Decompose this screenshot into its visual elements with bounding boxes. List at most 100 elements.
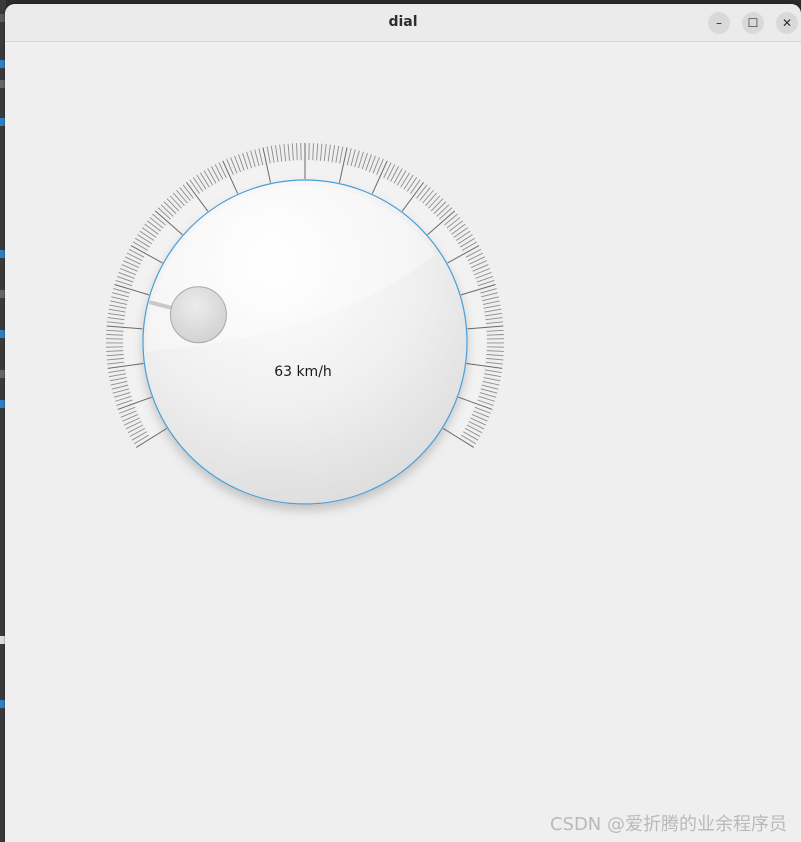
minor-tick xyxy=(160,204,174,217)
minor-tick xyxy=(449,220,464,232)
minor-tick xyxy=(114,395,132,402)
minor-tick xyxy=(444,213,458,226)
minor-tick xyxy=(108,373,126,378)
minor-tick xyxy=(486,321,504,324)
minor-tick xyxy=(430,198,444,212)
minor-tick xyxy=(106,321,124,324)
close-button[interactable]: ✕ xyxy=(776,12,798,34)
minor-tick xyxy=(400,172,411,188)
minor-tick xyxy=(481,292,498,298)
minor-tick xyxy=(125,421,142,430)
minor-tick xyxy=(258,148,264,166)
minor-tick xyxy=(323,144,327,162)
minor-tick xyxy=(250,150,256,168)
minor-tick xyxy=(451,223,466,235)
minor-tick xyxy=(124,256,141,265)
minor-tick xyxy=(128,248,145,258)
minimize-icon: – xyxy=(716,16,722,30)
minor-tick xyxy=(287,143,290,161)
minor-tick xyxy=(485,317,503,321)
minor-tick xyxy=(433,201,447,214)
minor-tick xyxy=(483,304,501,309)
title-bar[interactable]: dial – ☐ ✕ xyxy=(5,4,801,42)
minor-tick xyxy=(275,145,279,163)
minor-tick xyxy=(218,162,227,179)
minor-tick xyxy=(482,300,500,305)
minor-tick xyxy=(246,151,252,169)
minor-tick xyxy=(144,223,159,235)
minor-tick xyxy=(468,421,485,430)
minor-tick xyxy=(358,151,364,169)
minor-tick xyxy=(172,192,185,206)
dial-window: dial – ☐ ✕ 63 km/h CSDN @爱折腾的业余程序员 xyxy=(5,4,801,842)
maximize-icon: ☐ xyxy=(747,16,759,30)
minor-tick xyxy=(320,143,323,161)
minor-tick xyxy=(436,204,450,217)
minor-tick xyxy=(106,350,124,352)
minor-tick xyxy=(214,164,224,180)
minor-tick xyxy=(129,427,146,437)
minor-tick xyxy=(182,184,194,199)
minor-tick xyxy=(482,380,500,386)
minor-tick xyxy=(481,384,499,390)
watermark: CSDN @爱折腾的业余程序员 xyxy=(549,814,787,835)
minor-tick xyxy=(115,280,133,287)
minor-tick xyxy=(479,392,497,398)
minor-tick xyxy=(111,296,128,302)
minor-tick xyxy=(126,252,143,262)
dial-readout: 63 km/h xyxy=(274,364,332,380)
minor-tick xyxy=(137,234,153,245)
minor-tick xyxy=(152,213,166,226)
minor-tick xyxy=(480,388,498,394)
minor-tick xyxy=(169,195,182,209)
minor-tick xyxy=(109,377,127,382)
dial-knob-handle[interactable] xyxy=(169,286,227,344)
minor-tick xyxy=(477,280,495,287)
minor-tick xyxy=(462,241,478,251)
minimize-button[interactable]: – xyxy=(708,12,730,34)
minor-tick xyxy=(422,189,434,204)
minor-tick xyxy=(111,384,129,390)
minor-tick xyxy=(127,424,144,434)
dial-widget[interactable]: 63 km/h xyxy=(5,42,801,842)
minor-tick xyxy=(134,237,150,248)
minor-tick xyxy=(270,145,275,163)
minor-tick xyxy=(350,149,356,167)
minor-tick xyxy=(484,308,502,313)
minor-tick xyxy=(393,168,403,184)
minor-tick xyxy=(179,187,191,201)
minor-tick xyxy=(486,350,504,352)
minor-tick xyxy=(141,227,157,238)
minor-tick xyxy=(279,144,283,162)
window-title: dial xyxy=(388,14,418,30)
minor-tick xyxy=(464,427,481,437)
minor-tick xyxy=(466,424,483,434)
minor-tick xyxy=(486,354,504,357)
minor-tick xyxy=(416,184,428,199)
minor-tick xyxy=(110,300,128,305)
minor-tick xyxy=(106,357,124,361)
maximize-button[interactable]: ☐ xyxy=(742,12,764,34)
minor-tick xyxy=(196,174,207,190)
minor-tick xyxy=(354,150,360,168)
minor-tick xyxy=(109,304,127,309)
minor-tick xyxy=(108,308,126,313)
minor-tick xyxy=(428,195,441,209)
minor-tick xyxy=(107,317,125,321)
minor-tick xyxy=(207,168,217,184)
minor-tick xyxy=(484,369,502,373)
minor-tick xyxy=(425,192,438,206)
minor-tick xyxy=(386,164,396,180)
minor-tick xyxy=(157,207,171,220)
minor-tick xyxy=(106,329,124,332)
minor-tick xyxy=(461,434,477,445)
minor-tick xyxy=(199,172,210,188)
content-area: 63 km/h CSDN @爱折腾的业余程序员 xyxy=(5,42,801,842)
minor-tick xyxy=(480,288,497,294)
minor-tick xyxy=(446,217,461,229)
minor-tick xyxy=(339,146,344,164)
minor-tick xyxy=(312,143,314,161)
minor-tick xyxy=(346,148,352,166)
minor-tick xyxy=(110,380,128,386)
minor-tick xyxy=(106,354,124,357)
